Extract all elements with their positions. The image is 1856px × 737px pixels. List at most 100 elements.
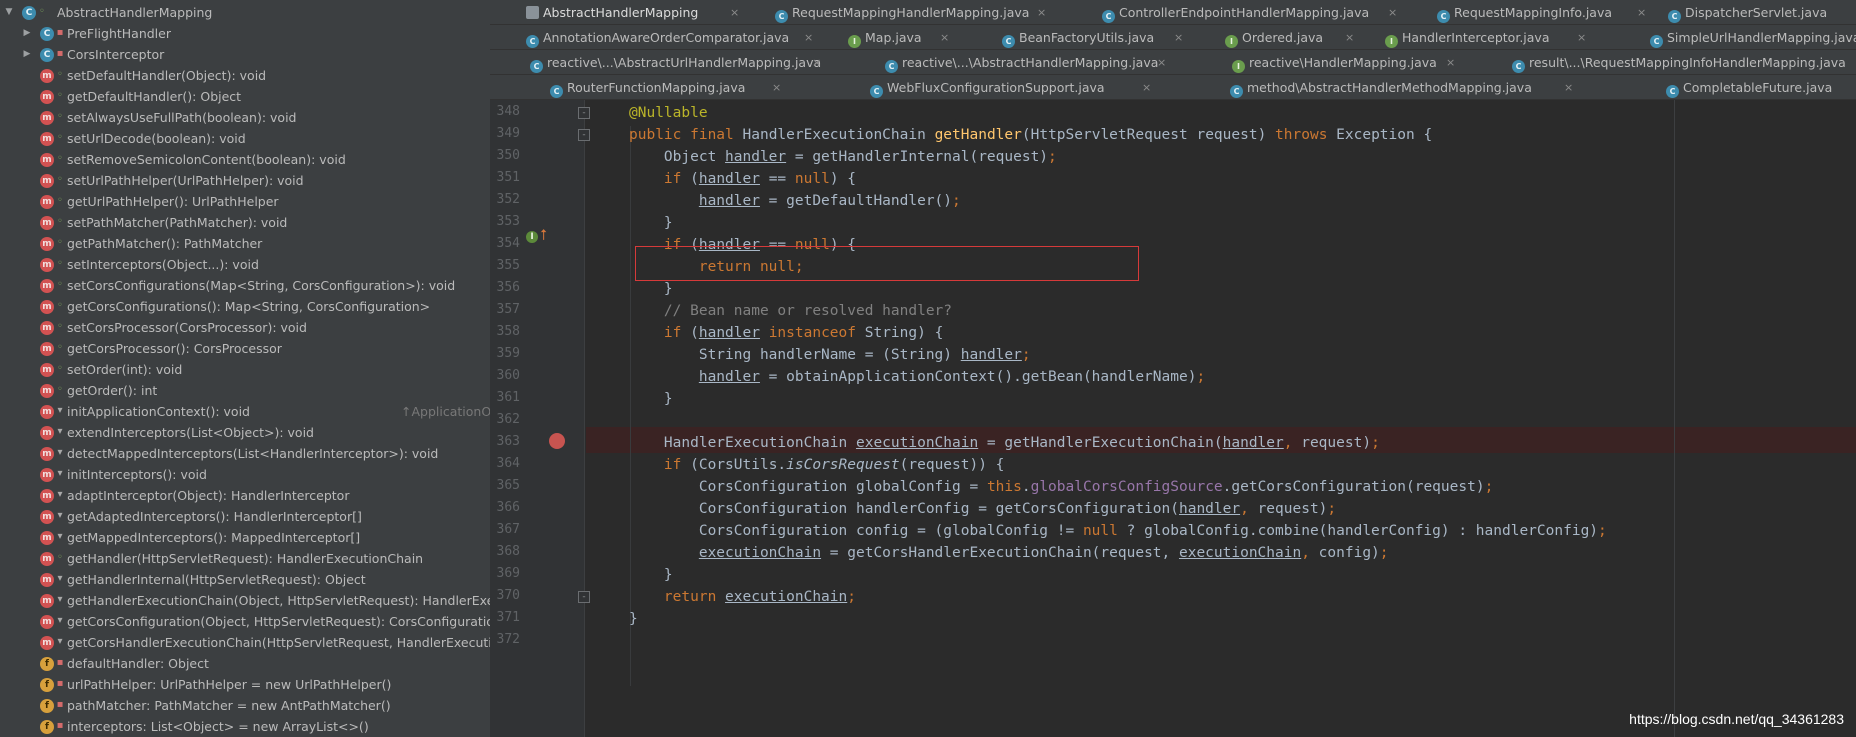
tree-item[interactable]: m ▾ initApplicationContext(): void ↑Applica… bbox=[0, 401, 490, 422]
tab-abstracthandlermapping[interactable]: AbstractHandlerMapping × bbox=[526, 0, 746, 25]
method-icon: m bbox=[40, 615, 54, 629]
tree-item[interactable]: f ▪ defaultHandler: Object bbox=[0, 653, 490, 674]
tree-item[interactable]: m ▾ getHandlerInternal(HttpServletRequest)… bbox=[0, 569, 490, 590]
tab-requestmappinghandlermapping[interactable]: C RequestMappingHandlerMapping.java × bbox=[775, 0, 1055, 25]
breakpoint-icon[interactable] bbox=[549, 433, 565, 449]
tree-item[interactable]: m ◦ setOrder(int): void bbox=[0, 359, 490, 380]
close-tab-icon[interactable]: × bbox=[1345, 25, 1354, 50]
tab-reactive-abstracthandlermapping[interactable]: Creactive\...\AbstractHandlerMapping.jav… bbox=[885, 50, 1175, 75]
tree-item-label: setInterceptors(Object...): void bbox=[67, 257, 259, 272]
method-icon: m bbox=[40, 489, 54, 503]
tree-item[interactable]: f ▪ urlPathHelper: UrlPathHelper = new Url… bbox=[0, 674, 490, 695]
close-tab-icon[interactable]: × bbox=[1157, 50, 1166, 75]
tree-item[interactable]: m ◦ getCorsConfigurations(): Map<String, C… bbox=[0, 296, 490, 317]
tree-root[interactable]: ▼ C ◦ AbstractHandlerMapping bbox=[0, 2, 490, 23]
tree-item[interactable]: m ◦ setInterceptors(Object...): void bbox=[0, 254, 490, 275]
tree-item-label: getHandlerExecutionChain(Object, HttpSer… bbox=[67, 593, 490, 608]
line-number: 353 bbox=[496, 214, 520, 229]
tab-reactive-handlermapping[interactable]: Ireactive\HandlerMapping.java × bbox=[1232, 50, 1462, 75]
overridden-up-arrow-icon[interactable]: ⭡ bbox=[540, 226, 547, 244]
close-tab-icon[interactable]: × bbox=[1037, 0, 1046, 25]
tab-requestmappinginfo[interactable]: C RequestMappingInfo.java × bbox=[1437, 0, 1657, 25]
tab-reactive-abstracturlhandlermapping[interactable]: Creactive\...\AbstractUrlHandlerMapping.… bbox=[530, 50, 830, 75]
tree-item-label: extendInterceptors(List<Object>): void bbox=[67, 425, 314, 440]
close-tab-icon[interactable]: × bbox=[1577, 25, 1586, 50]
expand-arrow-icon[interactable]: ▶ bbox=[22, 44, 32, 65]
public-icon: ◦ bbox=[57, 384, 63, 395]
tree-item[interactable]: m ◦ setDefaultHandler(Object): void bbox=[0, 65, 490, 86]
tree-item[interactable]: m ◦ setUrlDecode(boolean): void bbox=[0, 128, 490, 149]
line-number: 361 bbox=[496, 390, 520, 405]
tree-item[interactable]: m ◦ getDefaultHandler(): Object bbox=[0, 86, 490, 107]
tab-beanfactoryutils[interactable]: C BeanFactoryUtils.java × bbox=[1002, 25, 1192, 50]
fold-marker-icon[interactable]: - bbox=[578, 107, 590, 119]
tree-item[interactable]: m ▾ extendInterceptors(List<Object>): void bbox=[0, 422, 490, 443]
close-tab-icon[interactable]: × bbox=[940, 25, 949, 50]
tree-item[interactable]: m ◦ setCorsConfigurations(Map<String, Cors… bbox=[0, 275, 490, 296]
tree-item[interactable]: f ▪ interceptors: List<Object> = new Array… bbox=[0, 716, 490, 737]
tree-item[interactable]: m ▾ getCorsConfiguration(Object, HttpServl… bbox=[0, 611, 490, 632]
private-icon: ▪ bbox=[56, 27, 64, 38]
tree-item[interactable]: m ◦ getHandler(HttpServletRequest): Handle… bbox=[0, 548, 490, 569]
tab-simpleurlhandlermapping[interactable]: C SimpleUrlHandlerMapping.java bbox=[1650, 25, 1856, 50]
tab-routerfunctionmapping[interactable]: C RouterFunctionMapping.java × bbox=[550, 75, 790, 100]
close-tab-icon[interactable]: × bbox=[812, 50, 821, 75]
tab-handlerinterceptor[interactable]: I HandlerInterceptor.java × bbox=[1385, 25, 1595, 50]
tab-ordered[interactable]: I Ordered.java × bbox=[1225, 25, 1365, 50]
tab-annotationawareordercomparator[interactable]: C AnnotationAwareOrderComparator.java × bbox=[526, 25, 826, 50]
tree-item[interactable]: m ◦ getUrlPathHelper(): UrlPathHelper bbox=[0, 191, 490, 212]
code-editor[interactable]: 348 349 350 351 352 353 354 355 356 357 358 359 360 3… bbox=[490, 100, 1856, 737]
close-tab-icon[interactable]: × bbox=[1174, 25, 1183, 50]
tab-method-abstracthandlermethodmapping[interactable]: Cmethod\AbstractHandlerMethodMapping.jav… bbox=[1230, 75, 1590, 100]
tree-item[interactable]: m ◦ getOrder(): int bbox=[0, 380, 490, 401]
tree-item[interactable]: ▶ C ▪ CorsInterceptor bbox=[0, 44, 490, 65]
collapse-arrow-icon[interactable]: ▼ bbox=[4, 2, 14, 23]
tree-item-label: detectMappedInterceptors(List<HandlerInt… bbox=[67, 446, 439, 461]
close-tab-icon[interactable]: × bbox=[730, 0, 739, 25]
line-number: 363 bbox=[496, 434, 520, 449]
tree-item-label: setCorsConfigurations(Map<String, CorsCo… bbox=[67, 278, 456, 293]
close-tab-icon[interactable]: × bbox=[1637, 0, 1646, 25]
tree-item[interactable]: m ▾ initInterceptors(): void bbox=[0, 464, 490, 485]
public-icon: ◦ bbox=[57, 258, 63, 269]
line-number: 354 bbox=[496, 236, 520, 251]
tree-item[interactable]: m ▾ getCorsHandlerExecutionChain(HttpServl… bbox=[0, 632, 490, 653]
tree-item[interactable]: m ▾ getHandlerExecutionChain(Object, HttpS… bbox=[0, 590, 490, 611]
tree-item[interactable]: m ◦ getPathMatcher(): PathMatcher bbox=[0, 233, 490, 254]
tree-item[interactable]: m ◦ setCorsProcessor(CorsProcessor): void bbox=[0, 317, 490, 338]
tree-item[interactable]: m ◦ setPathMatcher(PathMatcher): void bbox=[0, 212, 490, 233]
tree-item[interactable]: m ◦ setAlwaysUseFullPath(boolean): void bbox=[0, 107, 490, 128]
fold-marker-icon[interactable]: - bbox=[578, 591, 590, 603]
fold-marker-icon[interactable]: - bbox=[578, 129, 590, 141]
tree-root-label: AbstractHandlerMapping bbox=[57, 5, 213, 20]
implements-method-icon[interactable]: I bbox=[526, 231, 538, 243]
tree-item[interactable]: m ▾ getMappedInterceptors(): MappedInterce… bbox=[0, 527, 490, 548]
tree-item[interactable]: m ▾ adaptInterceptor(Object): HandlerInter… bbox=[0, 485, 490, 506]
close-tab-icon[interactable]: × bbox=[1446, 50, 1455, 75]
tree-item[interactable]: m ▾ detectMappedInterceptors(List<HandlerI… bbox=[0, 443, 490, 464]
line-number: 367 bbox=[496, 522, 520, 537]
tree-item[interactable]: f ▪ pathMatcher: PathMatcher = new AntPath… bbox=[0, 695, 490, 716]
expand-arrow-icon[interactable]: ▶ bbox=[22, 23, 32, 44]
tab-webfluxconfigurationsupport[interactable]: C WebFluxConfigurationSupport.java × bbox=[870, 75, 1160, 100]
close-tab-icon[interactable]: × bbox=[804, 25, 813, 50]
tree-item[interactable]: m ◦ getCorsProcessor(): CorsProcessor bbox=[0, 338, 490, 359]
line-number: 358 bbox=[496, 324, 520, 339]
close-tab-icon[interactable]: × bbox=[1564, 75, 1573, 100]
tree-item[interactable]: m ◦ setRemoveSemicolonContent(boolean): vo… bbox=[0, 149, 490, 170]
tab-completablefuture[interactable]: C CompletableFuture.java bbox=[1666, 75, 1856, 100]
public-icon: ◦ bbox=[57, 279, 63, 290]
close-tab-icon[interactable]: × bbox=[1142, 75, 1151, 100]
close-tab-icon[interactable]: × bbox=[772, 75, 781, 100]
method-icon: m bbox=[40, 510, 54, 524]
tree-item[interactable]: m ◦ setUrlPathHelper(UrlPathHelper): void bbox=[0, 170, 490, 191]
tree-item[interactable]: m ▾ getAdaptedInterceptors(): HandlerInter… bbox=[0, 506, 490, 527]
class-icon: C bbox=[22, 6, 36, 20]
tree-item[interactable]: ▶ C ▪ PreFlightHandler bbox=[0, 23, 490, 44]
tab-dispatcherservlet[interactable]: C DispatcherServlet.java bbox=[1668, 0, 1856, 25]
close-tab-icon[interactable]: × bbox=[1388, 0, 1397, 25]
line-number: 355 bbox=[496, 258, 520, 273]
tab-result-requestmappinginfohandlermapping[interactable]: Cresult\...\RequestMappingInfoHandlerMap… bbox=[1512, 50, 1856, 75]
tab-controllerendpointhandlermapping[interactable]: C ControllerEndpointHandlerMapping.java × bbox=[1102, 0, 1402, 25]
tab-map[interactable]: I Map.java × bbox=[848, 25, 958, 50]
